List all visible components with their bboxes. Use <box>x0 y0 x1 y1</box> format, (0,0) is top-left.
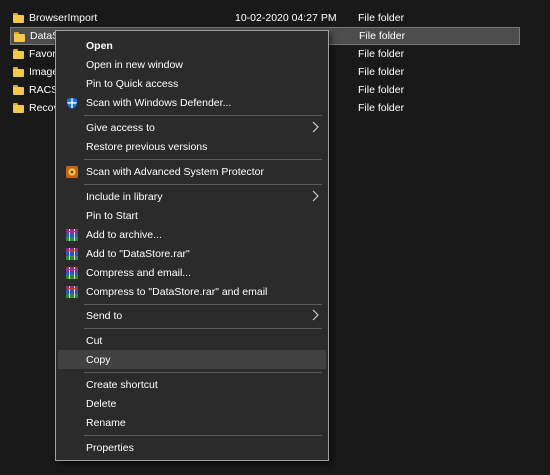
winrar-icon <box>66 286 78 298</box>
file-type: File folder <box>359 30 406 42</box>
menu-separator <box>84 435 322 436</box>
menu-label: Cut <box>86 334 103 347</box>
menu-label: Pin to Quick access <box>86 77 179 90</box>
menu-label: Properties <box>86 441 134 454</box>
file-type: File folder <box>358 12 405 24</box>
context-menu: Open Open in new window Pin to Quick acc… <box>55 30 329 461</box>
menu-separator <box>84 184 322 185</box>
menu-label: Delete <box>86 397 117 410</box>
file-name: Favori <box>29 48 59 60</box>
menu-label: Give access to <box>86 121 155 134</box>
menu-item-open[interactable]: Open <box>58 36 326 55</box>
chevron-right-icon <box>312 121 319 133</box>
menu-separator <box>84 372 322 373</box>
file-type: File folder <box>358 84 405 96</box>
winrar-icon <box>66 267 78 279</box>
folder-icon <box>13 67 24 77</box>
menu-separator <box>84 159 322 160</box>
menu-label: Copy <box>86 353 111 366</box>
menu-item-scan-asp[interactable]: Scan with Advanced System Protector <box>58 162 326 181</box>
menu-separator <box>84 304 322 305</box>
folder-icon <box>13 13 24 23</box>
folder-icon <box>14 32 25 42</box>
menu-label: Open in new window <box>86 58 183 71</box>
menu-separator <box>84 328 322 329</box>
shield-icon <box>67 97 77 109</box>
menu-label: Rename <box>86 416 126 429</box>
menu-item-cut[interactable]: Cut <box>58 331 326 350</box>
file-row[interactable]: BrowserImport 10-02-2020 04:27 PM File f… <box>10 9 520 27</box>
folder-icon <box>13 85 24 95</box>
menu-item-copy[interactable]: Copy <box>58 350 326 369</box>
file-name: Image <box>29 66 59 78</box>
menu-item-open-new-window[interactable]: Open in new window <box>58 55 326 74</box>
menu-item-scan-defender[interactable]: Scan with Windows Defender... <box>58 93 326 112</box>
folder-icon <box>13 103 24 113</box>
chevron-right-icon <box>312 190 319 202</box>
file-type: File folder <box>358 102 405 114</box>
menu-item-compress-rar-email[interactable]: Compress to "DataStore.rar" and email <box>58 282 326 301</box>
menu-label: Open <box>86 39 113 52</box>
chevron-right-icon <box>312 309 319 321</box>
menu-label: Add to "DataStore.rar" <box>86 247 190 260</box>
file-name: BrowserImport <box>29 12 98 24</box>
menu-item-include-library[interactable]: Include in library <box>58 187 326 206</box>
menu-label: Include in library <box>86 190 163 203</box>
menu-item-pin-quick-access[interactable]: Pin to Quick access <box>58 74 326 93</box>
menu-item-create-shortcut[interactable]: Create shortcut <box>58 375 326 394</box>
menu-label: Add to archive... <box>86 228 162 241</box>
menu-item-add-rar[interactable]: Add to "DataStore.rar" <box>58 244 326 263</box>
menu-label: Pin to Start <box>86 209 138 222</box>
menu-item-rename[interactable]: Rename <box>58 413 326 432</box>
menu-item-give-access[interactable]: Give access to <box>58 118 326 137</box>
menu-item-compress-email[interactable]: Compress and email... <box>58 263 326 282</box>
menu-label: Restore previous versions <box>86 140 208 153</box>
menu-label: Compress and email... <box>86 266 192 279</box>
file-type: File folder <box>358 48 405 60</box>
menu-item-add-archive[interactable]: Add to archive... <box>58 225 326 244</box>
menu-label: Scan with Advanced System Protector <box>86 165 265 178</box>
menu-label: Compress to "DataStore.rar" and email <box>86 285 268 298</box>
menu-item-delete[interactable]: Delete <box>58 394 326 413</box>
menu-label: Scan with Windows Defender... <box>86 96 232 109</box>
menu-label: Send to <box>86 309 123 322</box>
menu-item-properties[interactable]: Properties <box>58 438 326 457</box>
menu-separator <box>84 115 322 116</box>
file-type: File folder <box>358 66 405 78</box>
menu-item-pin-start[interactable]: Pin to Start <box>58 206 326 225</box>
winrar-icon <box>66 229 78 241</box>
menu-label: Create shortcut <box>86 378 158 391</box>
folder-icon <box>13 49 24 59</box>
winrar-icon <box>66 248 78 260</box>
file-date: 10-02-2020 04:27 PM <box>235 12 337 24</box>
menu-item-restore-previous[interactable]: Restore previous versions <box>58 137 326 156</box>
advanced-system-protector-icon <box>66 166 78 178</box>
menu-item-send-to[interactable]: Send to <box>58 306 326 325</box>
